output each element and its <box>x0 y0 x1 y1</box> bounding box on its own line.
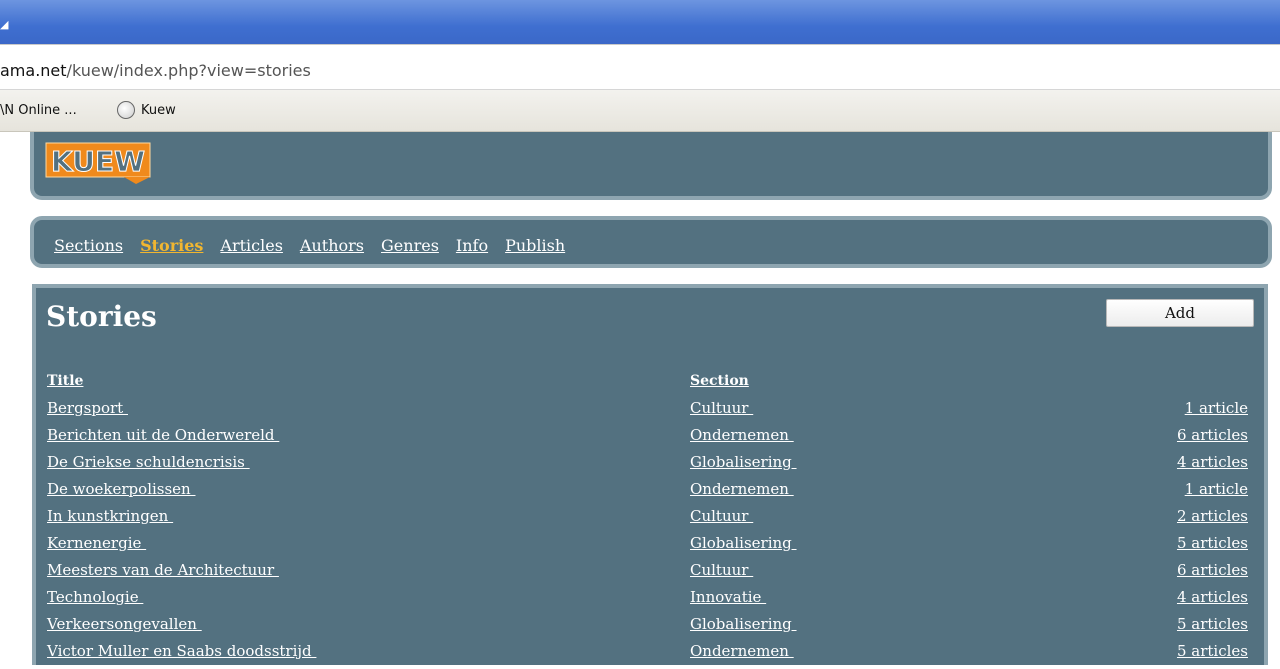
table-row: De woekerpolissen Ondernemen 1 article <box>36 480 1264 507</box>
story-title-link[interactable]: De woekerpolissen <box>47 480 195 498</box>
nav-stories[interactable]: Stories <box>140 236 203 255</box>
story-title-link[interactable]: Verkeersongevallen <box>47 615 202 633</box>
globe-icon <box>117 101 135 119</box>
story-article-count-link[interactable]: 6 articles <box>1177 561 1248 579</box>
story-section-link[interactable]: Innovatie <box>690 588 766 606</box>
bookmark-item[interactable]: \N Online ... <box>0 103 77 118</box>
story-article-count-link[interactable]: 4 articles <box>1177 453 1248 471</box>
address-bar[interactable]: ama.net/kuew/index.php?view=stories <box>0 44 1280 90</box>
column-header-title[interactable]: Title <box>47 373 83 389</box>
table-row: Bergsport Cultuur 1 article <box>36 399 1264 426</box>
story-section-link[interactable]: Cultuur <box>690 399 753 417</box>
story-section-link[interactable]: Ondernemen <box>690 426 794 444</box>
story-title-link[interactable]: Kernenergie <box>47 534 146 552</box>
nav-authors[interactable]: Authors <box>300 236 364 255</box>
url-path: /kuew/index.php?view=stories <box>66 61 311 80</box>
url-host: ama.net <box>0 61 67 80</box>
page-title: Stories <box>46 300 157 333</box>
story-title-link[interactable]: In kunstkringen <box>47 507 173 525</box>
logo-text: KUEW <box>51 145 145 178</box>
story-section-link[interactable]: Ondernemen <box>690 480 794 498</box>
story-title-link[interactable]: Technologie <box>47 588 143 606</box>
nav-articles[interactable]: Articles <box>220 236 283 255</box>
nav-publish[interactable]: Publish <box>505 236 565 255</box>
table-row: Verkeersongevallen Globalisering 5 artic… <box>36 615 1264 642</box>
bookmarks-bar: \N Online ... Kuew <box>0 90 1280 132</box>
story-title-link[interactable]: Berichten uit de Onderwereld <box>47 426 279 444</box>
table-row: De Griekse schuldencrisis Globalisering … <box>36 453 1264 480</box>
window-icon: ◢ <box>0 18 9 31</box>
story-section-link[interactable]: Cultuur <box>690 561 753 579</box>
column-header-section[interactable]: Section <box>690 373 749 389</box>
table-row: Kernenergie Globalisering 5 articles <box>36 534 1264 561</box>
table-row: Meesters van de Architectuur Cultuur 6 a… <box>36 561 1264 588</box>
story-section-link[interactable]: Ondernemen <box>690 642 794 660</box>
nav-info[interactable]: Info <box>456 236 488 255</box>
browser-title-bar: ◢ <box>0 0 1280 44</box>
story-section-link[interactable]: Globalisering <box>690 453 797 471</box>
story-section-link[interactable]: Globalisering <box>690 615 797 633</box>
site-header: KUEW <box>30 132 1272 200</box>
story-article-count-link[interactable]: 5 articles <box>1177 534 1248 552</box>
add-button[interactable]: Add <box>1106 299 1254 327</box>
story-title-link[interactable]: De Griekse schuldencrisis <box>47 453 250 471</box>
main-nav: Sections Stories Articles Authors Genres Info… <box>30 216 1272 268</box>
story-article-count-link[interactable]: 5 articles <box>1177 642 1248 660</box>
story-article-count-link[interactable]: 2 articles <box>1177 507 1248 525</box>
story-article-count-link[interactable]: 6 articles <box>1177 426 1248 444</box>
stories-panel: Stories Add Title Section Bergsport Cult… <box>32 284 1268 665</box>
nav-sections[interactable]: Sections <box>54 236 123 255</box>
story-title-link[interactable]: Meesters van de Architectuur <box>47 561 279 579</box>
story-article-count-link[interactable]: 1 article <box>1185 480 1248 498</box>
bookmark-label: Kuew <box>141 102 176 118</box>
table-row: Berichten uit de Onderwereld Ondernemen … <box>36 426 1264 453</box>
story-article-count-link[interactable]: 4 articles <box>1177 588 1248 606</box>
story-title-link[interactable]: Bergsport <box>47 399 128 417</box>
stories-list: Bergsport Cultuur 1 article Berichten uit… <box>36 399 1264 669</box>
story-title-link[interactable]: Victor Muller en Saabs doodsstrijd <box>47 642 316 660</box>
nav-genres[interactable]: Genres <box>381 236 439 255</box>
kuew-logo[interactable]: KUEW <box>44 140 154 184</box>
url-text[interactable]: ama.net/kuew/index.php?view=stories <box>0 61 311 80</box>
table-row: In kunstkringen Cultuur 2 articles <box>36 507 1264 534</box>
bookmark-kuew[interactable]: Kuew <box>117 101 176 119</box>
story-article-count-link[interactable]: 5 articles <box>1177 615 1248 633</box>
table-row: Technologie Innovatie 4 articles <box>36 588 1264 615</box>
story-section-link[interactable]: Globalisering <box>690 534 797 552</box>
story-article-count-link[interactable]: 1 article <box>1185 399 1248 417</box>
story-section-link[interactable]: Cultuur <box>690 507 753 525</box>
